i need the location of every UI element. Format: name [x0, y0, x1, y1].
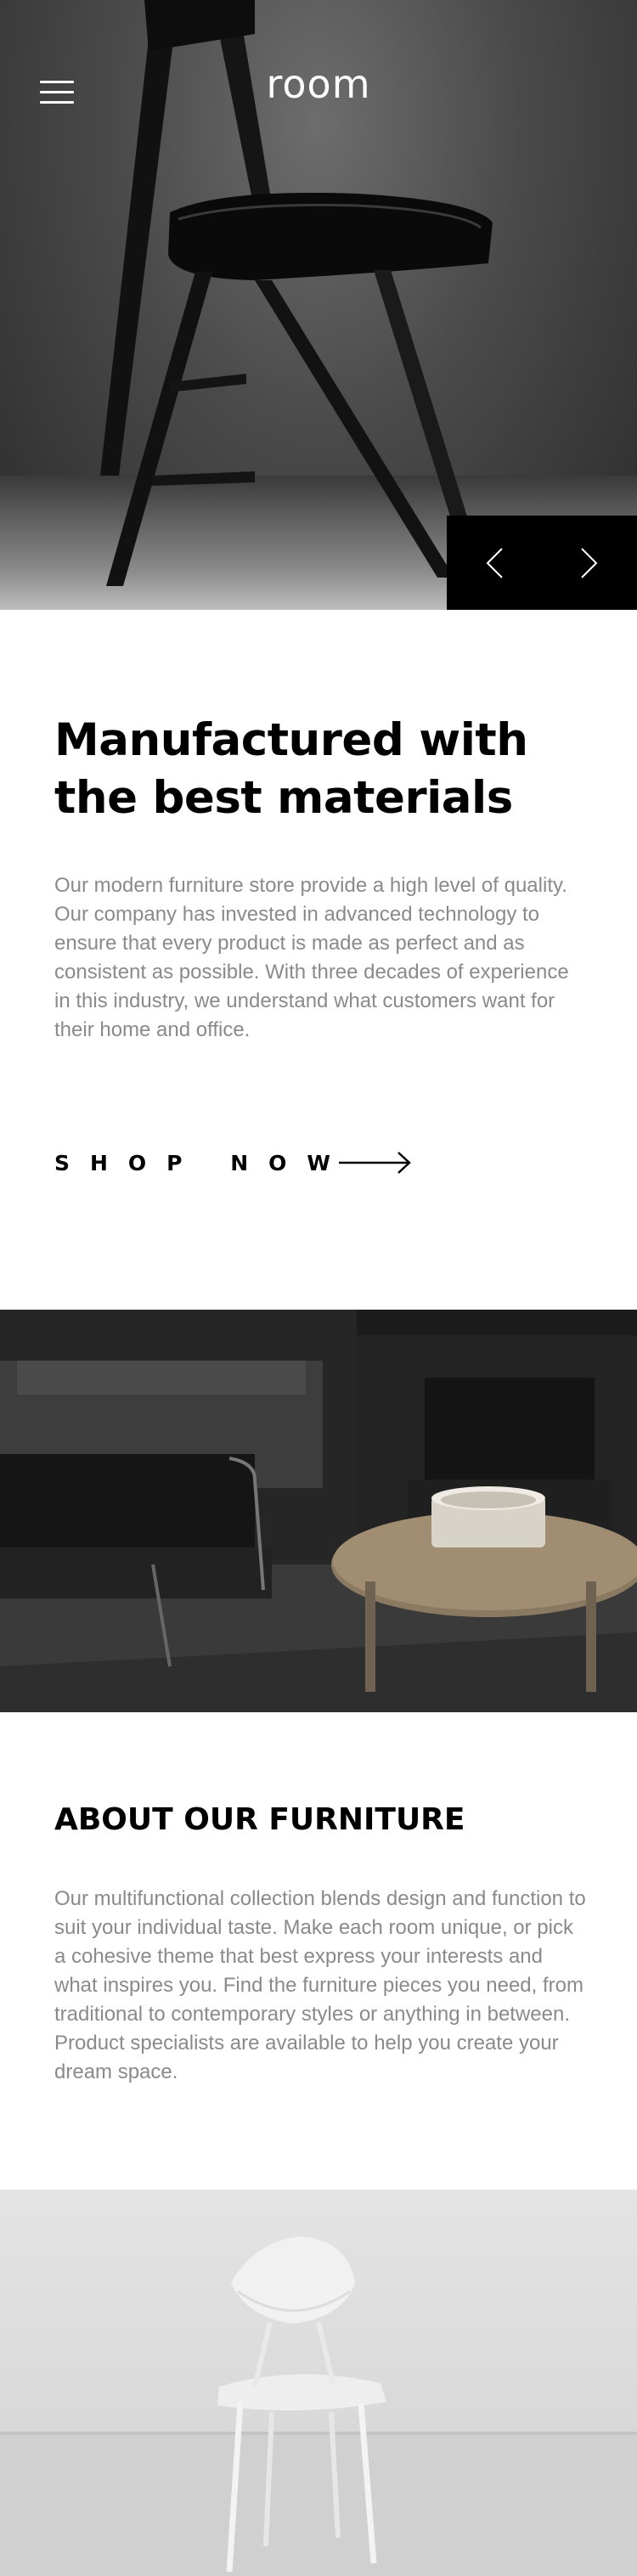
- chevron-left-icon: [486, 547, 503, 578]
- intro-title: Manufactured with the best materials: [54, 714, 528, 824]
- about-section: ABOUT OUR FURNITURE Our multifunctional …: [54, 1802, 589, 2087]
- arrow-right-icon: [338, 1152, 411, 1174]
- shop-now-link[interactable]: SHOP NOW: [54, 1150, 412, 1175]
- site-logo[interactable]: room: [0, 61, 637, 107]
- living-room-illustration: [0, 1310, 637, 1712]
- intro-section: Manufactured with the best materials Our…: [54, 712, 589, 1045]
- white-chair-image: [0, 2190, 637, 2576]
- white-chair-illustration: [0, 2236, 637, 2576]
- intro-body: Our modern furniture store provide a hig…: [54, 874, 569, 1041]
- slider-next-button[interactable]: [542, 516, 637, 610]
- about-title: ABOUT OUR FURNITURE: [54, 1802, 465, 1837]
- about-body: Our multifunctional collection blends de…: [54, 1887, 586, 2083]
- chevron-right-icon: [581, 547, 598, 578]
- living-room-image: [0, 1310, 637, 1712]
- shop-now-label: SHOP NOW: [54, 1150, 351, 1175]
- hero-section: room: [0, 0, 637, 610]
- slider-nav: [447, 516, 637, 610]
- slider-prev-button[interactable]: [447, 516, 542, 610]
